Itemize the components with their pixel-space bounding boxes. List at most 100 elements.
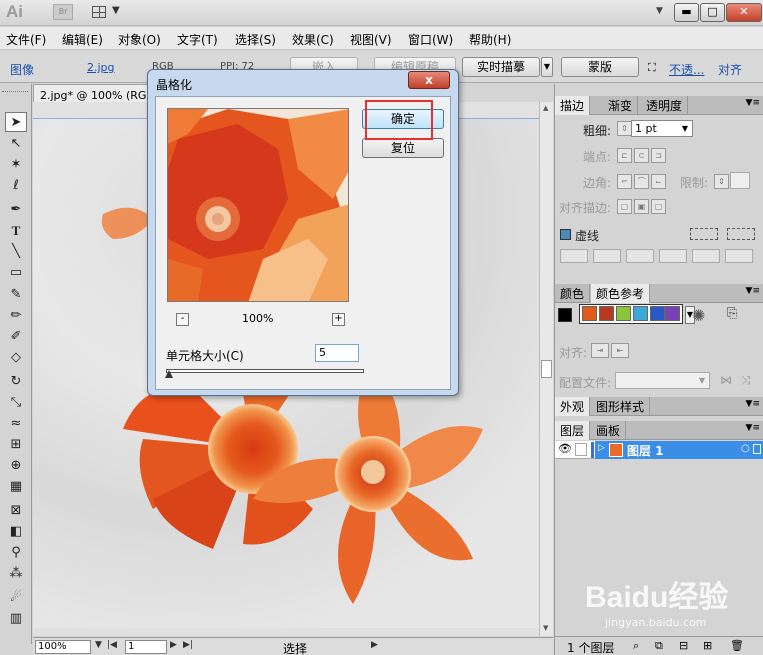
base-color-swatch[interactable] <box>558 308 572 322</box>
paintbrush-tool-icon[interactable]: ✎ <box>5 285 27 305</box>
menu-effect[interactable]: 效果(C) <box>292 31 334 48</box>
tab-color[interactable]: 颜色 <box>555 284 591 303</box>
gap-field[interactable] <box>593 249 621 263</box>
target-circle-icon[interactable]: ○ <box>741 443 750 454</box>
bridge-button[interactable]: Br <box>53 4 73 20</box>
harmony-color-3[interactable] <box>616 306 631 321</box>
cell-size-slider[interactable] <box>166 369 364 373</box>
align-left-icon[interactable]: ⇥ <box>591 343 609 358</box>
projecting-cap-icon[interactable]: ⊐ <box>651 148 666 163</box>
free-transform-tool-icon[interactable]: ⊞ <box>5 435 27 455</box>
tab-gradient[interactable]: 渐变 <box>603 96 639 115</box>
zoom-out-button[interactable]: - <box>176 313 189 326</box>
panel-menu-icon[interactable]: ▼≡ <box>746 399 760 409</box>
dash-field[interactable] <box>560 249 588 263</box>
selection-tool-icon[interactable]: ➤ <box>5 112 27 132</box>
harmony-color-6[interactable] <box>665 306 680 321</box>
harmony-color-5[interactable] <box>650 306 665 321</box>
menu-type[interactable]: 文字(T) <box>177 31 218 48</box>
live-trace-button[interactable]: 实时描摹 <box>462 57 540 77</box>
cell-size-slider-thumb[interactable] <box>165 370 173 378</box>
tab-appearance[interactable]: 外观 <box>555 397 591 416</box>
limit-stepper-icon[interactable]: ⇕ <box>714 174 729 189</box>
eraser-tool-icon[interactable]: ◇ <box>5 348 27 368</box>
tab-layers[interactable]: 图层 <box>555 421 591 440</box>
butt-cap-icon[interactable]: ⊏ <box>617 148 632 163</box>
dash-gap-fields[interactable] <box>560 249 760 265</box>
mesh-tool-icon[interactable]: ⊠ <box>5 501 27 521</box>
minimize-button[interactable]: ▬ <box>674 3 699 22</box>
align-dashes-icon[interactable] <box>727 228 755 240</box>
warp-tool-icon[interactable]: ≈ <box>5 414 27 434</box>
linked-file-link[interactable]: 2.jpg <box>87 61 115 74</box>
scale-tool-icon[interactable]: ⤡ <box>5 393 27 413</box>
align-center-icon[interactable]: ▢ <box>617 199 632 214</box>
profile-field[interactable]: ▼ <box>615 372 710 389</box>
trace-presets-dropdown[interactable]: ▼ <box>541 57 553 77</box>
rotate-tool-icon[interactable]: ↻ <box>5 372 27 392</box>
vertical-scrollbar[interactable]: ▲ ▼ <box>539 102 553 636</box>
flip-icon[interactable]: ⋈ <box>720 373 732 387</box>
align-outside-icon[interactable]: ▢ <box>651 199 666 214</box>
pen-tool-icon[interactable]: ✒ <box>5 200 27 220</box>
dashed-line-checkbox[interactable] <box>560 229 571 240</box>
cell-size-input[interactable]: 5 <box>315 344 359 362</box>
save-color-group-icon[interactable]: ⎘ <box>727 306 737 321</box>
shape-builder-tool-icon[interactable]: ⊕ <box>5 456 27 476</box>
menu-window[interactable]: 窗口(W) <box>408 31 453 48</box>
transform-icon[interactable]: ⤨ <box>741 373 751 388</box>
first-artboard-icon[interactable]: |◀ <box>107 640 117 650</box>
miter-join-icon[interactable]: ⌐ <box>617 174 632 189</box>
visibility-eye-icon[interactable]: 👁 <box>558 442 572 455</box>
tab-stroke[interactable]: 描边 <box>555 96 591 115</box>
type-tool-icon[interactable]: T <box>5 221 27 241</box>
lasso-tool-icon[interactable]: ℓ <box>5 176 27 196</box>
workspace-chevron-icon[interactable]: ▼ <box>656 6 663 16</box>
tab-artboards[interactable]: 画板 <box>591 421 627 440</box>
status-text[interactable]: 选择 <box>283 640 307 655</box>
layer-row[interactable]: 👁 ▷ 图层 1 ○ <box>555 441 763 459</box>
perspective-grid-tool-icon[interactable]: ▦ <box>5 477 27 497</box>
edit-colors-icon[interactable]: ✺ <box>692 306 705 325</box>
lock-toggle[interactable] <box>575 443 587 456</box>
locate-object-icon[interactable]: ⌕ <box>633 639 639 653</box>
menu-object[interactable]: 对象(O) <box>118 31 161 48</box>
menu-help[interactable]: 帮助(H) <box>469 31 511 48</box>
layer-selected-highlight[interactable]: ▷ 图层 1 ○ <box>595 441 763 459</box>
zoom-in-button[interactable]: + <box>332 313 345 326</box>
blend-tool-icon[interactable]: ⁂ <box>5 564 27 584</box>
delete-layer-icon[interactable]: 🗑 <box>730 639 744 652</box>
gradient-tool-icon[interactable]: ◧ <box>5 522 27 542</box>
weight-stepper-icon[interactable]: ⇕ <box>617 121 632 136</box>
scroll-thumb[interactable] <box>541 360 552 378</box>
selection-square-icon[interactable] <box>753 444 761 454</box>
menu-file[interactable]: 文件(F) <box>6 31 46 48</box>
status-menu-icon[interactable]: ▶ <box>371 640 378 650</box>
direct-selection-tool-icon[interactable]: ↖ <box>5 134 27 154</box>
scroll-down-icon[interactable]: ▼ <box>543 624 548 632</box>
new-sublayer-icon[interactable]: ⊟ <box>679 639 688 652</box>
opacity-link[interactable]: 不透... <box>669 61 704 78</box>
tools-grip[interactable] <box>2 86 28 92</box>
rectangle-tool-icon[interactable]: ▭ <box>5 263 27 283</box>
tab-transparency[interactable]: 透明度 <box>641 96 689 115</box>
line-tool-icon[interactable]: ╲ <box>5 242 27 262</box>
panel-menu-icon[interactable]: ▼≡ <box>746 286 760 296</box>
artboard-number-field[interactable]: 1 <box>125 640 167 654</box>
round-join-icon[interactable]: ⌒ <box>634 174 649 189</box>
bevel-join-icon[interactable]: ⌙ <box>651 174 666 189</box>
pencil-tool-icon[interactable]: ✏ <box>5 306 27 326</box>
align-right-icon[interactable]: ⇤ <box>611 343 629 358</box>
next-artboard-icon[interactable]: ▶ <box>170 640 177 650</box>
miter-limit-field[interactable] <box>730 172 750 189</box>
panel-menu-icon[interactable]: ▼≡ <box>746 423 760 433</box>
magic-wand-tool-icon[interactable]: ✶ <box>5 155 27 175</box>
reset-button[interactable]: 复位 <box>362 138 444 158</box>
layer-name[interactable]: 图层 1 <box>627 442 664 459</box>
panel-menu-icon[interactable]: ▼≡ <box>746 98 760 108</box>
harmony-color-4[interactable] <box>633 306 648 321</box>
make-clipping-mask-icon[interactable]: ⧉ <box>655 639 663 653</box>
gap-field[interactable] <box>659 249 687 263</box>
blob-brush-tool-icon[interactable]: ✐ <box>5 327 27 347</box>
mask-button[interactable]: 蒙版 <box>561 57 639 77</box>
